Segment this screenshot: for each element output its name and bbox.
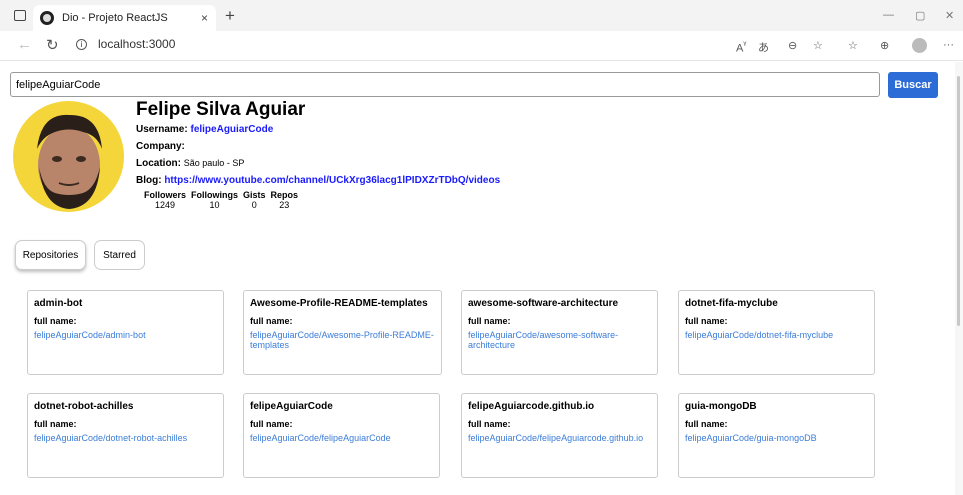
favorites-icon[interactable]: ☆ <box>848 39 858 52</box>
username-link[interactable]: felipeAguiarCode <box>190 124 273 135</box>
company-line: Company: <box>136 141 185 152</box>
stat-followings: Followings 10 <box>191 190 238 210</box>
repo-card[interactable]: dotnet-fifa-myclube full name: felipeAgu… <box>678 290 875 375</box>
repo-link[interactable]: felipeAguiarCode/admin-bot <box>34 330 217 341</box>
maximize-button[interactable]: ▢ <box>915 9 925 22</box>
url-text: localhost:3000 <box>98 37 176 51</box>
repo-link[interactable]: felipeAguiarCode/felipeAguiarCode <box>250 433 433 444</box>
full-name-label: full name: <box>34 419 77 429</box>
favicon-icon <box>40 11 54 25</box>
repo-card[interactable]: guia-mongoDB full name: felipeAguiarCode… <box>678 393 875 478</box>
username-label: Username: <box>136 124 188 135</box>
repo-name: dotnet-fifa-myclube <box>685 298 778 309</box>
tab-repositories[interactable]: Repositories <box>15 240 86 270</box>
repo-card[interactable]: Awesome-Profile-README-templates full na… <box>243 290 442 375</box>
site-info-icon[interactable]: i <box>76 38 87 50</box>
search-button[interactable]: Buscar <box>888 72 938 98</box>
repo-name: dotnet-robot-achilles <box>34 401 134 412</box>
location-value: São paulo - SP <box>183 158 245 168</box>
blog-link[interactable]: https://www.youtube.com/channel/UCkXrg36… <box>164 175 500 186</box>
repo-name: Awesome-Profile-README-templates <box>250 298 428 309</box>
scrollbar-thumb[interactable] <box>957 76 960 326</box>
refresh-icon[interactable]: ↻ <box>46 36 59 54</box>
browser-tab[interactable]: Dio - Projeto ReactJS × <box>33 5 216 31</box>
stat-label: Repos <box>270 190 299 200</box>
full-name-label: full name: <box>685 419 728 429</box>
tab-starred[interactable]: Starred <box>94 240 145 270</box>
repo-name: felipeAguiarcode.github.io <box>468 401 595 412</box>
read-aloud-icon[interactable]: Aᵞ <box>736 39 746 55</box>
repo-name: guia-mongoDB <box>685 401 757 412</box>
username-line: Username: felipeAguiarCode <box>136 124 273 135</box>
repo-link[interactable]: felipeAguiarCode/awesome-software-archit… <box>468 330 651 351</box>
blog-line: Blog: https://www.youtube.com/channel/UC… <box>136 175 500 186</box>
repo-card[interactable]: felipeAguiarcode.github.io full name: fe… <box>461 393 658 478</box>
profile-avatar <box>13 101 124 212</box>
repo-card[interactable]: dotnet-robot-achilles full name: felipeA… <box>27 393 224 478</box>
page-content: Buscar Felipe Silva Aguiar Username: fel… <box>0 61 963 495</box>
stat-repos: Repos 23 <box>271 190 299 210</box>
stat-value: 0 <box>251 200 257 210</box>
browser-tab-strip: Dio - Projeto ReactJS × + — ▢ ✕ <box>0 0 963 31</box>
profile-icon[interactable] <box>912 38 927 53</box>
location-line: Location: São paulo - SP <box>136 158 244 169</box>
tab-actions-icon[interactable] <box>14 10 26 21</box>
collections-icon[interactable]: ⊕ <box>880 39 889 52</box>
address-toolbar: ← ↻ i localhost:3000 Aᵞ あ ⊖ ☆ ☆ ⊕ ··· <box>0 31 963 61</box>
company-label: Company: <box>136 141 185 152</box>
repo-card[interactable]: felipeAguiarCode full name: felipeAguiar… <box>243 393 440 478</box>
full-name-label: full name: <box>685 316 728 326</box>
repo-name: felipeAguiarCode <box>250 401 333 412</box>
repo-card[interactable]: awesome-software-architecture full name:… <box>461 290 658 375</box>
back-icon[interactable]: ← <box>17 36 32 53</box>
translate-icon[interactable]: あ <box>758 39 769 55</box>
profile-stats: Followers 1249 Followings 10 Gists 0 Rep… <box>144 190 303 210</box>
repo-name: awesome-software-architecture <box>468 298 619 309</box>
full-name-label: full name: <box>250 316 293 326</box>
full-name-label: full name: <box>250 419 293 429</box>
close-window-button[interactable]: ✕ <box>945 9 954 22</box>
address-bar[interactable]: i localhost:3000 <box>76 37 175 51</box>
favorite-add-icon[interactable]: ☆ <box>813 39 823 52</box>
stat-value: 23 <box>279 200 290 210</box>
stat-label: Gists <box>243 190 266 200</box>
new-tab-button[interactable]: + <box>225 6 235 26</box>
minimize-button[interactable]: — <box>883 9 894 21</box>
repo-link[interactable]: felipeAguiarCode/dotnet-fifa-myclube <box>685 330 868 341</box>
full-name-label: full name: <box>34 316 77 326</box>
zoom-icon[interactable]: ⊖ <box>788 39 797 52</box>
stat-value: 1249 <box>154 200 176 210</box>
blog-label: Blog: <box>136 175 162 186</box>
profile-name: Felipe Silva Aguiar <box>136 99 306 120</box>
repo-name: admin-bot <box>34 298 83 309</box>
full-name-label: full name: <box>468 316 511 326</box>
location-label: Location: <box>136 158 181 169</box>
tab-title: Dio - Projeto ReactJS <box>62 12 168 24</box>
tab-close-icon[interactable]: × <box>201 11 208 25</box>
repo-link[interactable]: felipeAguiarCode/guia-mongoDB <box>685 433 868 444</box>
more-icon[interactable]: ··· <box>943 39 954 51</box>
stat-gists: Gists 0 <box>243 190 266 210</box>
stat-followers: Followers 1249 <box>144 190 186 210</box>
search-input[interactable] <box>10 72 880 97</box>
full-name-label: full name: <box>468 419 511 429</box>
repo-link[interactable]: felipeAguiarCode/Awesome-Profile-README-… <box>250 330 435 351</box>
repo-link[interactable]: felipeAguiarCode/felipeAguiarcode.github… <box>468 433 651 444</box>
repo-card[interactable]: admin-bot full name: felipeAguiarCode/ad… <box>27 290 224 375</box>
repo-link[interactable]: felipeAguiarCode/dotnet-robot-achilles <box>34 433 217 444</box>
stat-label: Followers <box>144 190 187 200</box>
page-scrollbar[interactable] <box>955 62 963 495</box>
stat-value: 10 <box>209 200 220 210</box>
stat-label: Followings <box>191 190 239 200</box>
